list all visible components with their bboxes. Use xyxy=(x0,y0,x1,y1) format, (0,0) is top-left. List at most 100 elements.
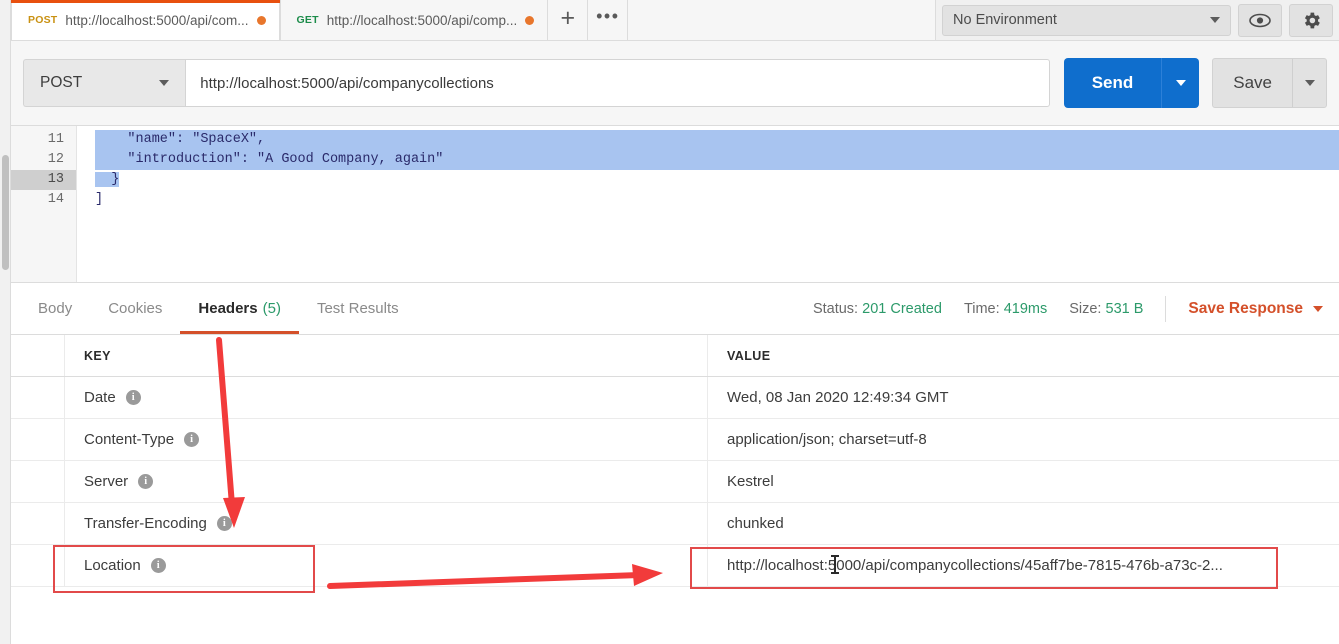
table-row[interactable]: Server i Kestrel xyxy=(11,461,1339,503)
editor-code-area[interactable]: "name": "SpaceX", "introduction": "A Goo… xyxy=(77,126,1339,282)
environment-quick-look-button[interactable] xyxy=(1238,3,1282,37)
column-header-value: VALUE xyxy=(727,348,771,363)
header-key-cell: Server i xyxy=(65,461,708,502)
header-value-cell[interactable]: Kestrel xyxy=(708,461,1339,502)
table-gutter-cell xyxy=(11,545,65,586)
header-key-label: Transfer-Encoding xyxy=(84,515,207,532)
table-gutter-cell xyxy=(11,461,65,502)
header-key-label: Location xyxy=(84,557,141,574)
left-edge-strip xyxy=(0,0,11,644)
table-row[interactable]: Content-Type i application/json; charset… xyxy=(11,419,1339,461)
size-group: Size: 531 B xyxy=(1069,301,1143,317)
tab-test-results[interactable]: Test Results xyxy=(299,283,417,334)
header-value-label: Kestrel xyxy=(727,473,774,490)
sidebar-scrollbar-thumb[interactable] xyxy=(2,155,9,270)
header-value-cell[interactable]: chunked xyxy=(708,503,1339,544)
chevron-down-icon xyxy=(1304,80,1315,86)
tab-options-icon[interactable]: ••• xyxy=(588,0,629,40)
table-gutter-cell xyxy=(11,377,65,418)
save-options-button[interactable] xyxy=(1292,59,1326,107)
header-value-cell[interactable]: Wed, 08 Jan 2020 12:49:34 GMT xyxy=(708,377,1339,418)
http-method-selector[interactable]: POST xyxy=(23,59,186,107)
new-tab-button[interactable]: + xyxy=(548,0,589,40)
line-number: 11 xyxy=(47,132,64,147)
line-number: 14 xyxy=(47,192,64,207)
request-url-bar: POST http://localhost:5000/api/companyco… xyxy=(11,41,1339,125)
tab-bar-filler xyxy=(628,0,936,40)
environment-bar: No Environment xyxy=(936,0,1339,41)
save-response-button[interactable]: Save Response xyxy=(1188,300,1323,318)
header-key-cell: Date i xyxy=(65,377,708,418)
unsaved-dot-icon xyxy=(256,15,266,25)
info-icon[interactable]: i xyxy=(138,474,154,489)
send-button-label: Send xyxy=(1091,73,1134,92)
send-options-button[interactable] xyxy=(1161,58,1199,108)
save-response-label: Save Response xyxy=(1188,299,1303,317)
info-icon[interactable]: i xyxy=(216,516,232,531)
eye-icon xyxy=(1249,13,1271,27)
table-row[interactable]: Transfer-Encoding i chunked xyxy=(11,503,1339,545)
divider xyxy=(1165,295,1167,322)
table-gutter-cell xyxy=(11,419,65,460)
code-line-text: "introduction": "A Good Company, again" xyxy=(95,150,1339,170)
settings-button[interactable] xyxy=(1289,3,1333,37)
save-request-button[interactable]: Save xyxy=(1212,58,1327,108)
tab-method-label: POST xyxy=(28,14,58,26)
send-button[interactable]: Send xyxy=(1063,58,1200,108)
table-gutter-cell xyxy=(11,503,65,544)
http-method-label: POST xyxy=(40,74,83,91)
header-key-cell: Location i xyxy=(65,545,708,586)
request-tab-post[interactable]: POST http://localhost:5000/api/com... xyxy=(11,0,280,40)
gear-icon xyxy=(1304,12,1320,28)
table-row[interactable]: Date i Wed, 08 Jan 2020 12:49:34 GMT xyxy=(11,377,1339,419)
code-line: ] xyxy=(77,190,1339,210)
table-header-row: KEY VALUE xyxy=(11,335,1339,377)
header-key-cell: Content-Type i xyxy=(65,419,708,460)
tab-body[interactable]: Body xyxy=(20,283,90,334)
header-value-label: application/json; charset=utf-8 xyxy=(727,431,927,448)
request-body-editor[interactable]: 11 12 13 14 "name": "SpaceX", "introduct… xyxy=(11,125,1339,283)
header-key-label: Server xyxy=(84,473,129,490)
header-value-label: Wed, 08 Jan 2020 12:49:34 GMT xyxy=(727,389,949,406)
text-cursor-icon xyxy=(831,555,839,574)
save-button-label: Save xyxy=(1233,73,1272,92)
status-group: Status: 201 Created xyxy=(813,301,942,317)
status-label: Status: xyxy=(812,300,859,317)
postman-window: POST http://localhost:5000/api/com... GE… xyxy=(0,0,1339,644)
tab-headers[interactable]: Headers (5) xyxy=(180,283,299,334)
code-line-text: } xyxy=(95,172,120,187)
editor-gutter: 11 12 13 14 xyxy=(11,126,77,282)
info-icon[interactable]: i xyxy=(125,390,141,405)
code-line-text: "name": "SpaceX", xyxy=(95,130,1339,150)
header-key-label: Date xyxy=(84,389,116,406)
chevron-down-icon xyxy=(1313,305,1323,312)
header-value-cell[interactable]: application/json; charset=utf-8 xyxy=(708,419,1339,460)
column-header-key: KEY xyxy=(65,335,708,376)
response-meta: Status: 201 Created Time: 419ms Size: 53… xyxy=(813,295,1339,322)
request-tab-bar: POST http://localhost:5000/api/com... GE… xyxy=(11,0,936,41)
code-line: "introduction": "A Good Company, again" xyxy=(77,150,1339,170)
chevron-down-icon xyxy=(159,80,170,86)
table-empty-area xyxy=(11,587,1339,644)
table-row-location[interactable]: Location i http://localhost:5000/api/com… xyxy=(11,545,1339,587)
environment-selector[interactable]: No Environment xyxy=(942,4,1231,36)
line-number-active: 13 xyxy=(11,170,76,190)
time-value: 419ms xyxy=(1003,300,1048,317)
unsaved-dot-icon xyxy=(525,15,535,25)
tab-cookies[interactable]: Cookies xyxy=(90,283,180,334)
request-url-input[interactable]: http://localhost:5000/api/companycollect… xyxy=(185,59,1050,107)
tab-url-label: http://localhost:5000/api/com... xyxy=(65,12,249,28)
status-value: 201 Created xyxy=(862,300,942,317)
tab-url-label: http://localhost:5000/api/comp... xyxy=(326,12,518,28)
code-line: } xyxy=(77,170,1339,190)
code-line: "name": "SpaceX", xyxy=(77,130,1339,150)
header-value-label: chunked xyxy=(727,515,784,532)
request-tab-get[interactable]: GET http://localhost:5000/api/comp... xyxy=(279,0,549,40)
time-label: Time: xyxy=(963,300,1000,317)
size-value: 531 B xyxy=(1105,300,1144,317)
info-icon[interactable]: i xyxy=(150,558,166,573)
response-headers-table: KEY VALUE Date i Wed, 08 Jan 2020 12:49:… xyxy=(11,335,1339,644)
table-gutter-cell xyxy=(11,335,65,376)
info-icon[interactable]: i xyxy=(184,432,200,447)
header-value-cell[interactable]: http://localhost:5000/api/companycollect… xyxy=(708,545,1339,586)
